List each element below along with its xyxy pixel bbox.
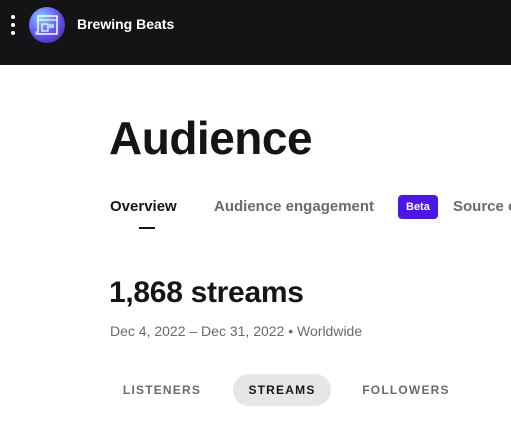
streams-toggle[interactable]: STREAMS (233, 374, 331, 406)
separator-dot: • (288, 323, 294, 339)
tab-overview[interactable]: Overview (110, 198, 177, 216)
followers-toggle[interactable]: FOLLOWERS (350, 374, 462, 406)
artist-artwork-icon (35, 15, 58, 35)
kebab-menu-icon[interactable] (3, 12, 23, 38)
tab-audience-engagement[interactable]: Audience engagement (214, 198, 374, 216)
metric-toggle: LISTENERS STREAMS FOLLOWERS (0, 374, 511, 406)
region[interactable]: Worldwide (297, 323, 362, 339)
streams-count: 1,868 streams (109, 276, 304, 309)
top-bar: Brewing Beats (0, 0, 511, 65)
listeners-toggle[interactable]: LISTENERS (110, 374, 214, 406)
active-tab-indicator (139, 227, 155, 229)
page-title: Audience (109, 112, 313, 164)
tab-source-of-streams[interactable]: Source of streams (453, 198, 511, 216)
beta-badge: Beta (398, 195, 438, 219)
date-range[interactable]: Dec 4, 2022 – Dec 31, 2022 (110, 323, 284, 339)
artist-name[interactable]: Brewing Beats (77, 15, 174, 33)
tab-bar: Overview Audience engagement Beta Source… (0, 193, 511, 233)
artist-avatar[interactable] (29, 7, 65, 43)
date-range-region: Dec 4, 2022 – Dec 31, 2022 • Worldwide (110, 322, 362, 340)
